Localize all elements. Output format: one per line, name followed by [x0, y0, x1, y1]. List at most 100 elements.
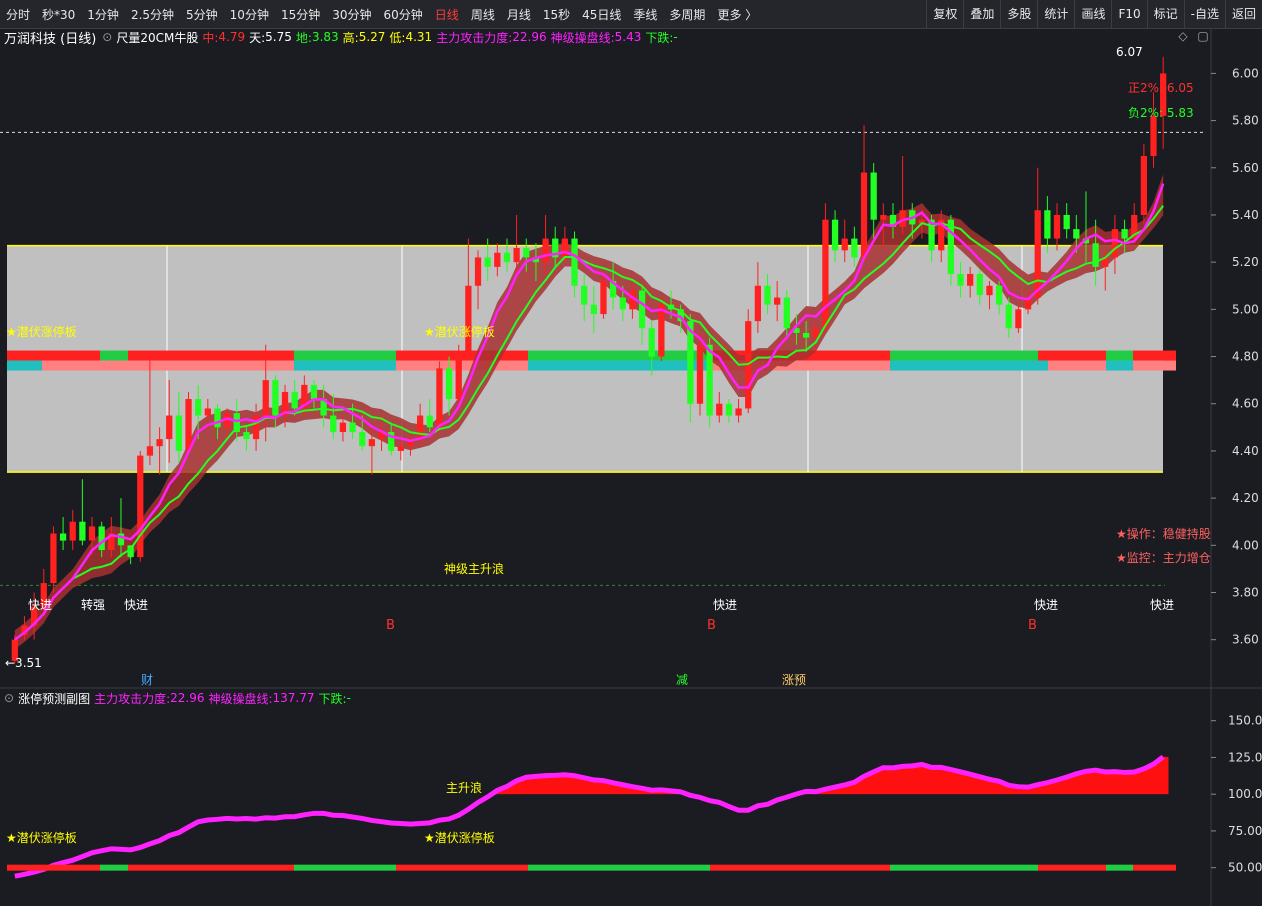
candle-body: [619, 297, 626, 310]
sub-area-bar: [550, 775, 561, 795]
price-tick-label: 5.80: [1232, 114, 1259, 128]
candle-body: [195, 399, 202, 416]
max-price-label: 6.07: [1116, 45, 1143, 59]
signal-stripe: [1133, 350, 1176, 361]
timeframe-tab[interactable]: 2.5分钟: [125, 6, 180, 23]
candle-body: [88, 526, 96, 541]
sub-area-bar: [1158, 756, 1169, 795]
candle-body: [388, 432, 395, 451]
timeframe-tab[interactable]: 季线: [627, 6, 663, 23]
indicator-name[interactable]: 尺量20CM牛股: [116, 29, 198, 46]
sub-title[interactable]: 涨停预测副图: [18, 690, 90, 707]
timeframe-tab[interactable]: 45日线: [576, 6, 627, 23]
signal-stripe: [7, 350, 30, 361]
timeframe-tab[interactable]: 月线: [501, 6, 537, 23]
timeframe-tab[interactable]: 更多 〉: [711, 6, 763, 23]
timeframe-tab[interactable]: 周线: [465, 6, 501, 23]
sub-menu-icon[interactable]: ⊙: [4, 691, 14, 705]
candle-body: [175, 415, 183, 451]
timeframe-tab[interactable]: 分时: [0, 6, 36, 23]
candle-body: [523, 248, 530, 258]
tool-button[interactable]: 叠加: [963, 0, 1000, 28]
sub-attack-value: 22.96: [170, 691, 205, 705]
candle-body: [1140, 155, 1148, 215]
candle-body: [532, 257, 540, 263]
timeframe-tab[interactable]: 秒*30: [36, 6, 81, 23]
candle-body: [542, 238, 549, 263]
sub-limit-label-2: ★潜伏涨停板: [424, 830, 495, 845]
b-signal-3: B: [1028, 618, 1037, 633]
timeframe-tab[interactable]: 5分钟: [180, 6, 224, 23]
candle-body: [416, 415, 424, 440]
sub-tick-label: 75.00: [1228, 824, 1262, 838]
sub-area-bar: [569, 775, 580, 795]
candle-body: [609, 281, 617, 298]
tool-button[interactable]: 多股: [1000, 0, 1037, 28]
sub-signal-stripe: [1106, 864, 1133, 871]
candle-body: [11, 639, 18, 661]
operation-label: ★操作：稳健持股: [1116, 526, 1211, 541]
sub-area-bar: [820, 789, 831, 795]
tool-button[interactable]: -自选: [1183, 0, 1225, 28]
diamond-icon[interactable]: ◇: [1176, 29, 1190, 43]
sub-signal-stripe: [1038, 864, 1106, 871]
sub-area-bar: [801, 791, 812, 795]
low-value: 4.31: [405, 30, 433, 44]
tool-button[interactable]: 统计: [1037, 0, 1074, 28]
timeframe-tab[interactable]: 1分钟: [81, 6, 125, 23]
candle-body: [909, 210, 916, 225]
sub-down-value: -: [346, 691, 351, 705]
timeframe-tab[interactable]: 日线: [429, 6, 465, 23]
sub-area-bar: [531, 776, 542, 795]
b-signal-1: B: [386, 618, 395, 633]
sub-area-bar: [675, 791, 686, 795]
tool-button[interactable]: 标记: [1146, 0, 1184, 28]
candle-body: [243, 432, 250, 440]
candle-body: [1131, 214, 1138, 239]
candle-body: [725, 403, 733, 416]
sub-area-bar: [540, 775, 551, 795]
candle-body: [629, 290, 636, 310]
candlestick-chart[interactable]: 6.00 5.80 5.60 5.40 5.20 5.00 4.80 4.60 4.40 4.20…: [0, 0, 1262, 906]
sub-area-bar: [810, 791, 822, 795]
signal-stripe: [128, 350, 294, 361]
timeframe-tab[interactable]: 15分钟: [275, 6, 326, 23]
finance-marker: 财: [141, 673, 153, 687]
limit-forecast-marker: 涨预: [782, 672, 806, 687]
tool-button[interactable]: 返回: [1224, 0, 1262, 28]
candle-body: [716, 403, 723, 416]
signal-stripe: [294, 350, 396, 361]
sub-area-bar: [917, 764, 928, 795]
timeframe-tab[interactable]: 多周期: [663, 6, 711, 23]
signal-stripe-2: [1133, 360, 1176, 371]
candle-body: [677, 309, 684, 322]
tool-button[interactable]: F10: [1111, 0, 1146, 28]
signal-stripe-2: [1048, 360, 1106, 371]
high-label: 高:: [342, 30, 359, 45]
neg2-label: 负2%: 5.83: [1128, 106, 1194, 120]
limit-up-label-2: ★潜伏涨停板: [424, 324, 495, 339]
candle-body: [262, 380, 269, 416]
sub-tick-label: 100.0: [1228, 787, 1262, 801]
maximize-icon[interactable]: ▢: [1196, 29, 1210, 43]
sub-area-bar: [1129, 771, 1140, 795]
timeframe-tab[interactable]: 30分钟: [326, 6, 377, 23]
tool-button[interactable]: 画线: [1074, 0, 1111, 28]
sub-area-bar: [1042, 782, 1053, 795]
attack-label: 主力攻击力度:: [436, 30, 513, 45]
timeframe-tab[interactable]: 10分钟: [224, 6, 275, 23]
sub-area-bar: [965, 774, 976, 795]
timeframe-tab[interactable]: 15秒: [537, 6, 576, 23]
consolidation-box: [7, 245, 1163, 473]
down-value: -: [673, 30, 678, 44]
candle-body: [272, 380, 279, 416]
tool-button[interactable]: 复权: [926, 0, 963, 28]
timeframe-tab[interactable]: 60分钟: [378, 6, 429, 23]
price-tick-label: 4.80: [1232, 350, 1259, 364]
down-label: 下跌:: [645, 30, 674, 45]
indicator-menu-icon[interactable]: ⊙: [102, 30, 112, 44]
candle-body: [899, 210, 906, 227]
sub-signal-stripe: [7, 864, 30, 871]
sub-area-bar: [1023, 787, 1034, 795]
candle-body: [50, 533, 57, 584]
